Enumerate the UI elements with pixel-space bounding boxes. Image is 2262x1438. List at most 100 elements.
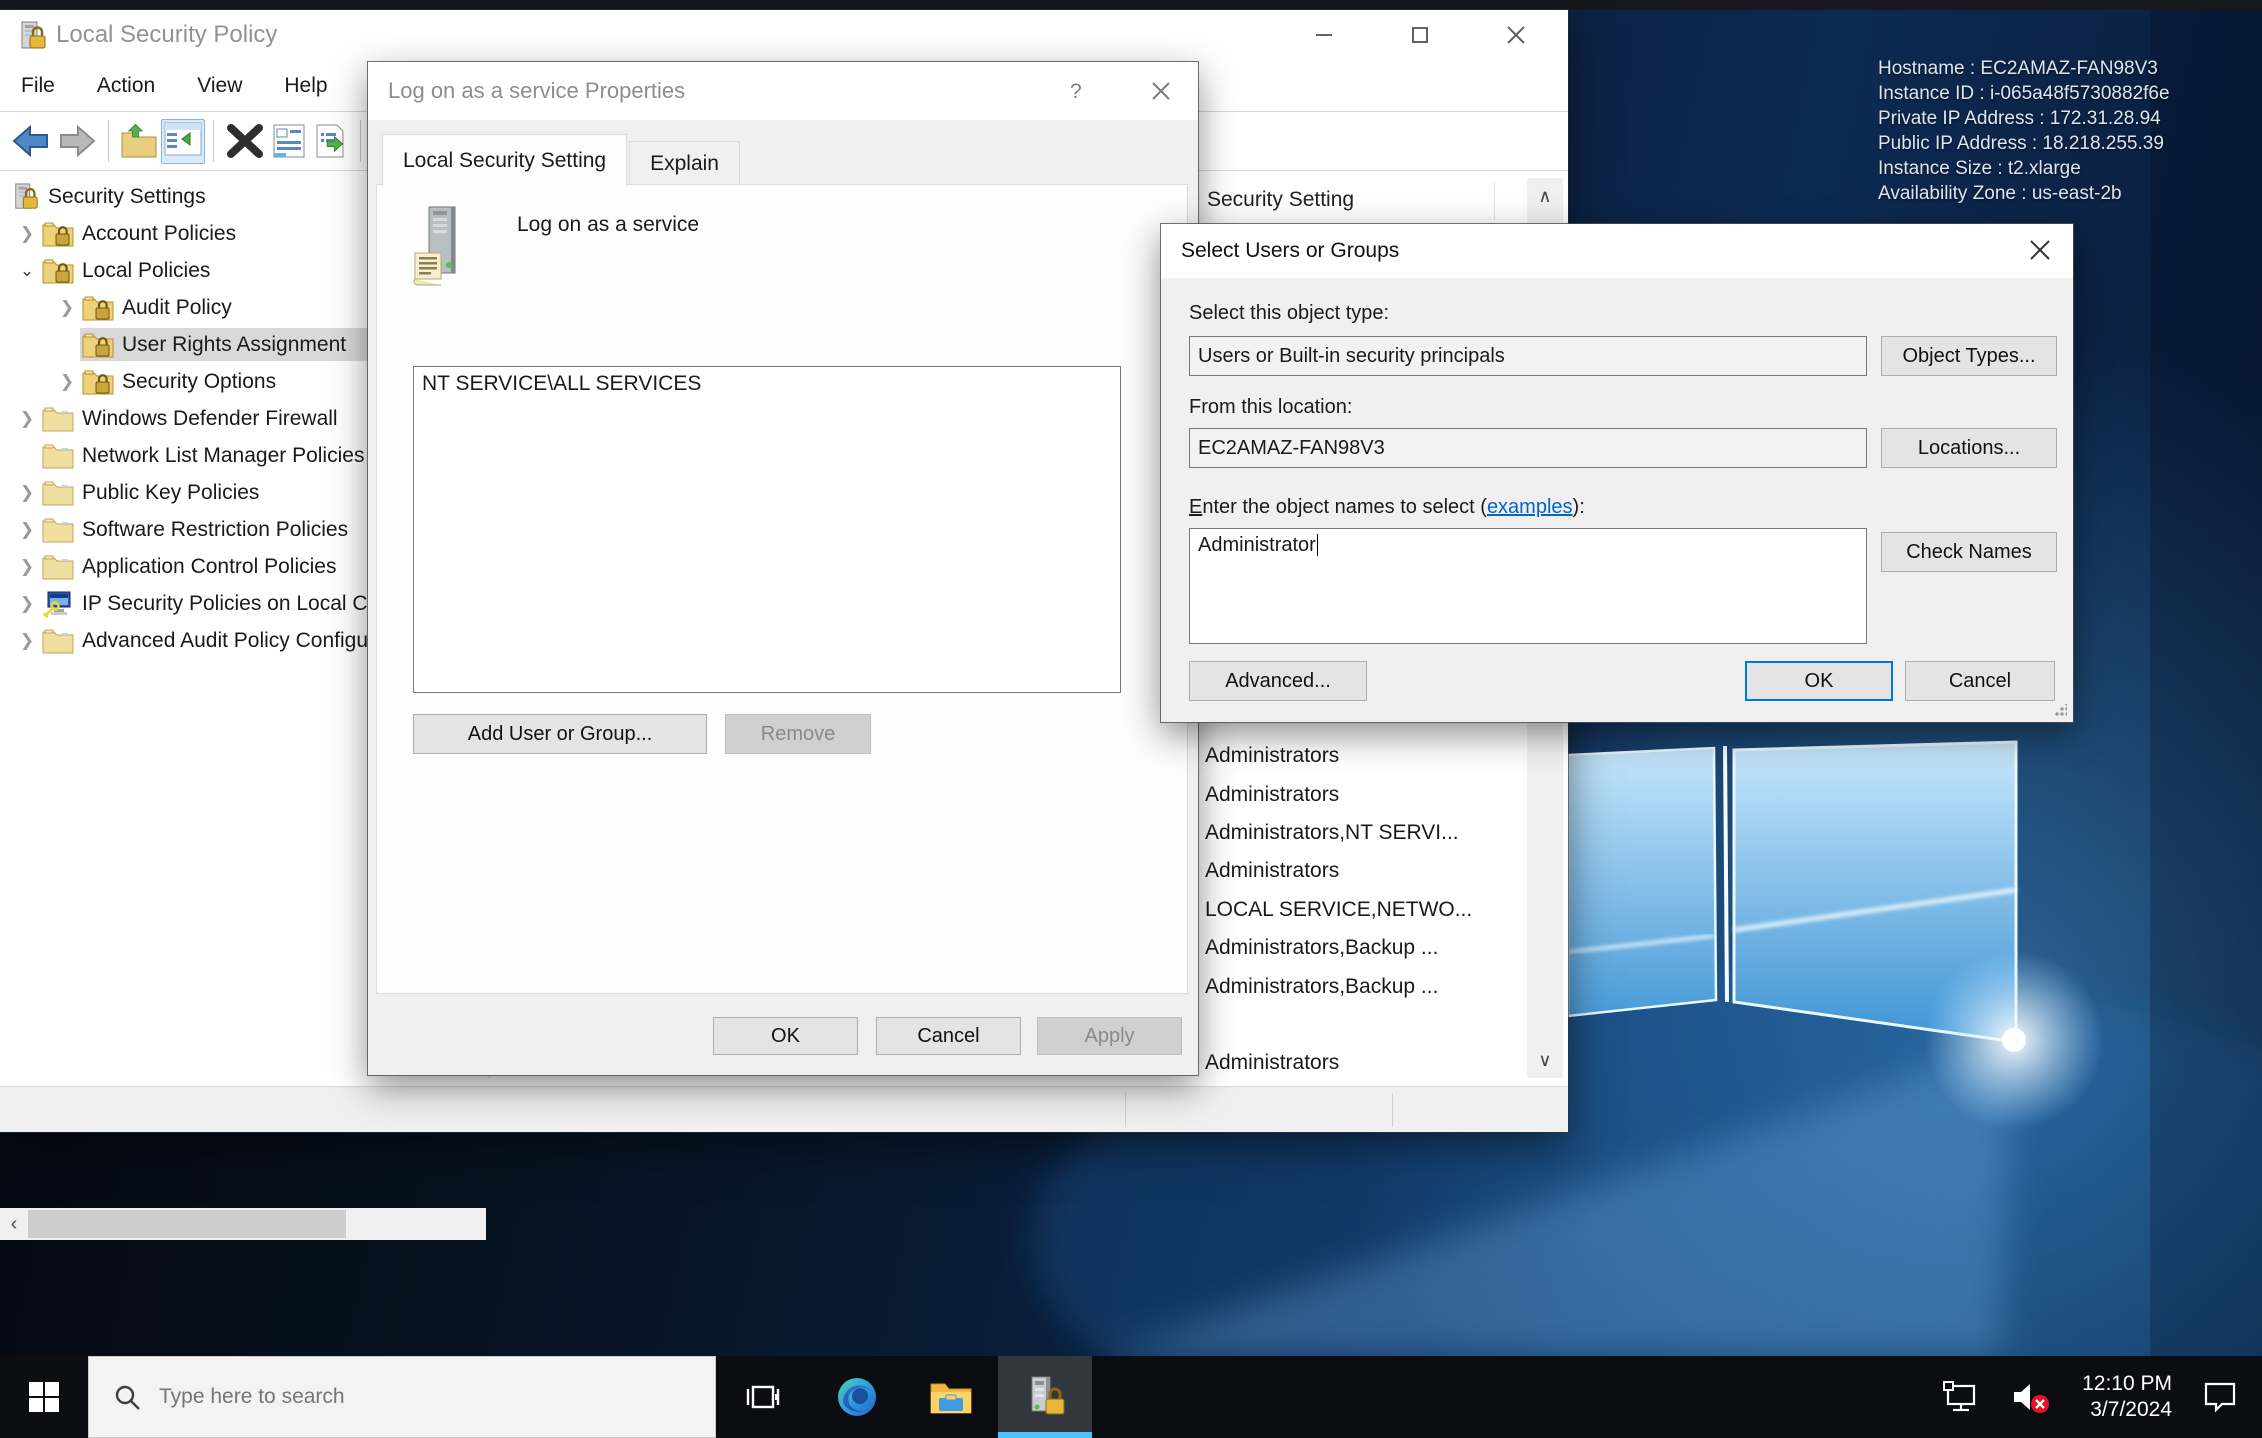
menu-action[interactable]: Action xyxy=(76,74,176,98)
volume-muted-icon[interactable] xyxy=(2010,1379,2052,1415)
edge-browser-button[interactable] xyxy=(810,1356,904,1438)
policy-server-icon xyxy=(411,205,473,287)
scrollbar-thumb[interactable] xyxy=(28,1210,346,1238)
remove-button[interactable]: Remove xyxy=(725,714,871,754)
cancel-button[interactable]: Cancel xyxy=(876,1017,1021,1055)
chevron-right-icon[interactable]: ❯ xyxy=(54,298,80,318)
folder-icon xyxy=(42,443,74,469)
chevron-right-icon[interactable]: ❯ xyxy=(14,557,40,577)
object-names-input[interactable]: Administrator xyxy=(1189,528,1867,644)
members-listbox[interactable]: NT SERVICE\ALL SERVICES xyxy=(413,366,1121,693)
ok-button[interactable]: OK xyxy=(1745,661,1893,701)
chevron-right-icon[interactable]: ❯ xyxy=(14,631,40,651)
taskbar-clock[interactable]: 12:10 PM 3/7/2024 xyxy=(2082,1371,2172,1423)
scroll-up-icon[interactable]: ∧ xyxy=(1527,178,1563,214)
menu-file[interactable]: File xyxy=(0,74,76,98)
examples-link[interactable]: examples xyxy=(1487,496,1573,518)
file-explorer-icon xyxy=(929,1378,973,1416)
location-field[interactable]: EC2AMAZ-FAN98V3 xyxy=(1189,428,1867,468)
menu-help[interactable]: Help xyxy=(263,74,348,98)
list-item[interactable]: Administrators xyxy=(1205,1044,1505,1082)
back-button[interactable] xyxy=(11,123,51,159)
delete-button[interactable] xyxy=(225,123,265,159)
help-button[interactable]: ? xyxy=(1054,69,1100,113)
export-list-button[interactable] xyxy=(313,123,349,159)
status-bar xyxy=(0,1086,1568,1132)
folder-icon xyxy=(42,554,74,580)
scroll-left-icon[interactable]: ‹ xyxy=(0,1208,28,1240)
column-divider[interactable] xyxy=(1494,182,1495,220)
console-tree-toggle[interactable] xyxy=(161,119,205,164)
location-label: From this location: xyxy=(1189,396,1352,419)
chevron-right-icon[interactable]: ❯ xyxy=(14,483,40,503)
availability-zone-line: Availability Zone : us-east-2b xyxy=(1878,181,2170,206)
properties-icon xyxy=(271,123,307,159)
menu-view[interactable]: View xyxy=(176,74,263,98)
chevron-right-icon[interactable]: ❯ xyxy=(14,224,40,244)
list-item[interactable]: Administrators xyxy=(1205,737,1505,775)
close-icon xyxy=(1504,23,1528,47)
export-button[interactable] xyxy=(120,123,158,159)
task-view-button[interactable] xyxy=(716,1356,810,1438)
list-item[interactable]: Administrators xyxy=(1205,852,1505,890)
list-item[interactable]: Administrators,Backup ... xyxy=(1205,929,1505,967)
clock-time: 12:10 PM xyxy=(2082,1371,2172,1397)
list-item[interactable]: Administrators xyxy=(1205,775,1505,813)
folder-lock-icon xyxy=(42,258,74,284)
secpol-taskbar-button[interactable] xyxy=(998,1356,1092,1438)
tree-item-label: Audit Policy xyxy=(122,296,232,320)
select-users-or-groups-dialog: Select Users or Groups Select this objec… xyxy=(1161,224,2073,722)
tab-explain[interactable]: Explain xyxy=(629,141,740,186)
start-button[interactable] xyxy=(0,1356,88,1438)
list-item[interactable] xyxy=(1205,1006,1505,1044)
close-button[interactable] xyxy=(1138,69,1184,113)
cancel-button[interactable]: Cancel xyxy=(1905,661,2055,701)
scroll-down-icon[interactable]: ∨ xyxy=(1527,1042,1563,1078)
window-titlebar[interactable]: Local Security Policy xyxy=(0,10,1568,60)
chevron-right-icon[interactable]: ❯ xyxy=(54,372,80,392)
list-item[interactable]: Administrators,NT SERVI... xyxy=(1205,814,1505,852)
screen-top-edge xyxy=(0,0,2262,10)
dialog-titlebar[interactable]: Select Users or Groups xyxy=(1161,224,2073,278)
chevron-down-icon[interactable]: ⌄ xyxy=(14,261,40,281)
advanced-button[interactable]: Advanced... xyxy=(1189,661,1367,701)
forward-button[interactable] xyxy=(57,123,97,159)
chevron-right-icon[interactable]: ❯ xyxy=(14,594,40,614)
chevron-right-icon[interactable]: ❯ xyxy=(14,409,40,429)
close-button[interactable] xyxy=(1482,13,1550,57)
ok-button[interactable]: OK xyxy=(713,1017,858,1055)
check-names-button[interactable]: Check Names xyxy=(1881,532,2057,572)
list-item[interactable]: Administrators,Backup ... xyxy=(1205,967,1505,1005)
locations-button[interactable]: Locations... xyxy=(1881,428,2057,468)
security-setting-values: Administrators Administrators Administra… xyxy=(1205,737,1505,1083)
console-tree-icon xyxy=(164,122,202,156)
resize-grip[interactable] xyxy=(2055,704,2067,716)
apply-button[interactable]: Apply xyxy=(1037,1017,1182,1055)
tab-local-security-setting[interactable]: Local Security Setting xyxy=(382,134,627,186)
search-input[interactable] xyxy=(157,1384,601,1410)
tree-horizontal-scrollbar[interactable]: ‹ xyxy=(0,1208,486,1240)
taskbar-search[interactable] xyxy=(88,1356,716,1438)
close-button[interactable] xyxy=(2017,228,2063,272)
object-types-button[interactable]: Object Types... xyxy=(1881,336,2057,376)
network-icon[interactable] xyxy=(1942,1380,1982,1414)
policy-name: Log on as a service xyxy=(517,213,699,237)
dialog-titlebar[interactable]: Log on as a service Properties ? xyxy=(368,62,1198,120)
log-on-as-a-service-properties-dialog: Log on as a service Properties ? Local S… xyxy=(368,62,1198,1075)
member-item[interactable]: NT SERVICE\ALL SERVICES xyxy=(422,372,1112,396)
folder-icon xyxy=(42,517,74,543)
maximize-button[interactable] xyxy=(1386,13,1454,57)
active-app-indicator xyxy=(998,1432,1092,1438)
properties-button[interactable] xyxy=(271,123,307,159)
add-user-or-group-button[interactable]: Add User or Group... xyxy=(413,714,707,754)
column-header-security-setting[interactable]: Security Setting xyxy=(1207,188,1354,212)
export-list-icon xyxy=(313,123,349,159)
toolbar-separator xyxy=(108,120,109,162)
chevron-right-icon[interactable]: ❯ xyxy=(14,520,40,540)
action-center-icon[interactable] xyxy=(2202,1380,2238,1414)
minimize-button[interactable] xyxy=(1290,13,1358,57)
list-item[interactable]: LOCAL SERVICE,NETWO... xyxy=(1205,891,1505,929)
file-explorer-button[interactable] xyxy=(904,1356,998,1438)
object-names-value: Administrator xyxy=(1198,534,1316,557)
object-type-field[interactable]: Users or Built-in security principals xyxy=(1189,336,1867,376)
